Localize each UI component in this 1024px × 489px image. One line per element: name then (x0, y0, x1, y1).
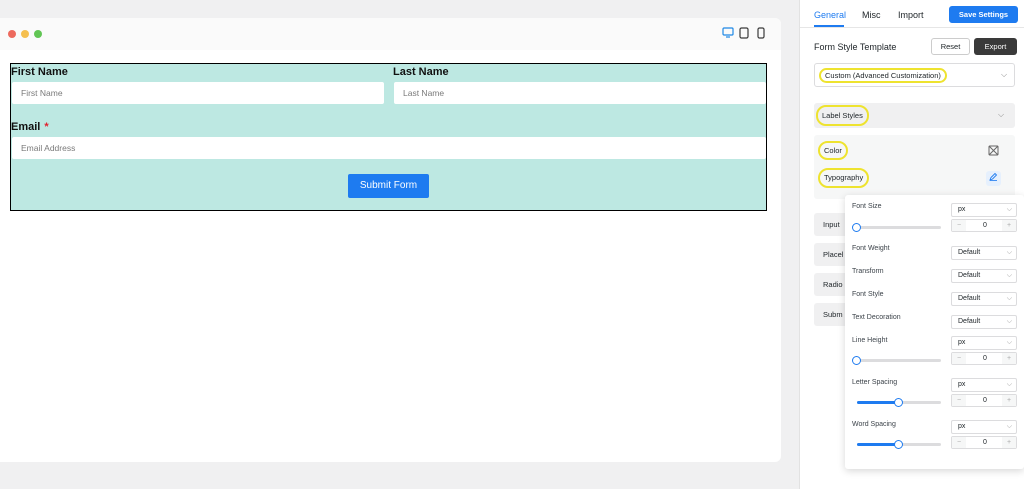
tab-general[interactable]: General (814, 10, 846, 20)
font-size-unit-select[interactable]: px ⌵ (951, 203, 1017, 217)
letter-spacing-value[interactable]: 0 (966, 395, 1004, 406)
font-size-value[interactable]: 0 (966, 220, 1004, 231)
form-style-template-title: Form Style Template (814, 42, 897, 52)
color-picker-icon[interactable] (986, 145, 1001, 160)
chevron-down-icon: ⌵ (1006, 206, 1012, 213)
chevron-down-icon: ⌵ (1006, 339, 1012, 346)
minus-icon[interactable]: − (952, 220, 966, 231)
transform-label: Transform (852, 268, 884, 275)
word-spacing-label: Word Spacing (852, 421, 896, 428)
last-name-label: Last Name (393, 66, 449, 78)
first-name-label: First Name (11, 66, 68, 78)
export-button[interactable]: Export (974, 38, 1017, 55)
font-weight-label: Font Weight (852, 245, 890, 252)
email-label-text: Email (11, 121, 41, 133)
required-asterisk: * (44, 121, 49, 133)
word-spacing-unit-value: px (958, 423, 966, 430)
word-spacing-slider-thumb[interactable] (894, 440, 903, 449)
font-size-slider-thumb[interactable] (852, 223, 861, 232)
save-settings-button[interactable]: Save Settings (949, 6, 1018, 23)
edit-pencil-icon[interactable] (986, 171, 1001, 186)
letter-spacing-slider-fill (857, 401, 899, 404)
typography-label: Typography (818, 168, 870, 188)
chevron-down-icon: ⌵ (1001, 70, 1008, 79)
chevron-down-icon: ⌵ (998, 110, 1005, 119)
label-styles-header[interactable]: Label Styles ⌵ (814, 103, 1015, 128)
preview-window-bar (0, 18, 781, 50)
plus-icon[interactable]: + (1002, 353, 1016, 364)
line-height-label: Line Height (852, 337, 888, 344)
word-spacing-value[interactable]: 0 (966, 437, 1004, 448)
word-spacing-stepper[interactable]: −0 + (951, 436, 1017, 449)
form-preview: First Name First Name Last Name Last Nam… (0, 18, 781, 462)
font-size-slider[interactable] (857, 226, 941, 229)
font-style-select[interactable]: Default ⌵ (951, 292, 1017, 306)
minus-icon[interactable]: − (952, 395, 966, 406)
email-input[interactable]: Email Address (12, 137, 766, 159)
line-height-slider-thumb[interactable] (852, 356, 861, 365)
chevron-down-icon: ⌵ (1006, 272, 1012, 279)
tab-import[interactable]: Import (898, 10, 924, 20)
plus-icon[interactable]: + (1002, 220, 1016, 231)
line-height-unit-value: px (958, 339, 966, 346)
minimize-dot-icon (21, 30, 29, 38)
line-height-stepper[interactable]: −0 + (951, 352, 1017, 365)
email-label: Email * (11, 121, 49, 133)
tablet-icon[interactable] (739, 27, 749, 42)
letter-spacing-label: Letter Spacing (852, 379, 898, 386)
chevron-down-icon: ⌵ (1006, 381, 1012, 388)
submit-form-button[interactable]: Submit Form (348, 174, 429, 198)
maximize-dot-icon (34, 30, 42, 38)
text-decoration-value: Default (958, 318, 981, 325)
font-style-label: Font Style (852, 291, 884, 298)
chevron-down-icon: ⌵ (1006, 295, 1012, 302)
last-name-input[interactable]: Last Name (394, 82, 766, 104)
line-height-value[interactable]: 0 (966, 353, 1004, 364)
word-spacing-slider-fill (857, 443, 899, 446)
chevron-down-icon: ⌵ (1006, 423, 1012, 430)
plus-icon[interactable]: + (1002, 395, 1016, 406)
close-dot-icon (8, 30, 16, 38)
line-height-unit-select[interactable]: px ⌵ (951, 336, 1017, 350)
mobile-icon[interactable] (757, 27, 765, 42)
label-styles-body: Color Typography (814, 135, 1015, 199)
font-weight-select[interactable]: Default ⌵ (951, 246, 1017, 260)
chevron-down-icon: ⌵ (1006, 249, 1012, 256)
word-spacing-unit-select[interactable]: px ⌵ (951, 420, 1017, 434)
typography-popup: Font Size px ⌵ −0 + Font Weight Default ⌵ T… (845, 195, 1024, 469)
letter-spacing-stepper[interactable]: −0 + (951, 394, 1017, 407)
preview-form: First Name First Name Last Name Last Nam… (10, 63, 767, 211)
font-weight-value: Default (958, 249, 981, 256)
tab-misc[interactable]: Misc (862, 10, 881, 20)
letter-spacing-unit-value: px (958, 381, 966, 388)
letter-spacing-slider-thumb[interactable] (894, 398, 903, 407)
text-decoration-label: Text Decoration (852, 314, 901, 321)
template-select-value: Custom (Advanced Customization) (819, 68, 947, 83)
minus-icon[interactable]: − (952, 353, 966, 364)
line-height-slider[interactable] (857, 359, 941, 362)
font-size-stepper[interactable]: −0 + (951, 219, 1017, 232)
reset-button[interactable]: Reset (931, 38, 970, 55)
letter-spacing-unit-select[interactable]: px ⌵ (951, 378, 1017, 392)
text-decoration-select[interactable]: Default ⌵ (951, 315, 1017, 329)
minus-icon[interactable]: − (952, 437, 966, 448)
template-select[interactable]: Custom (Advanced Customization) ⌵ (814, 63, 1015, 87)
font-size-unit-value: px (958, 206, 966, 213)
plus-icon[interactable]: + (1002, 437, 1016, 448)
font-style-value: Default (958, 295, 981, 302)
desktop-icon[interactable] (722, 27, 734, 41)
tabs-divider (800, 27, 1024, 28)
transform-value: Default (958, 272, 981, 279)
font-size-label: Font Size (852, 203, 882, 210)
transform-select[interactable]: Default ⌵ (951, 269, 1017, 283)
chevron-down-icon: ⌵ (1006, 318, 1012, 325)
color-label: Color (818, 141, 848, 160)
first-name-input[interactable]: First Name (12, 82, 384, 104)
label-styles-title: Label Styles (816, 105, 869, 126)
